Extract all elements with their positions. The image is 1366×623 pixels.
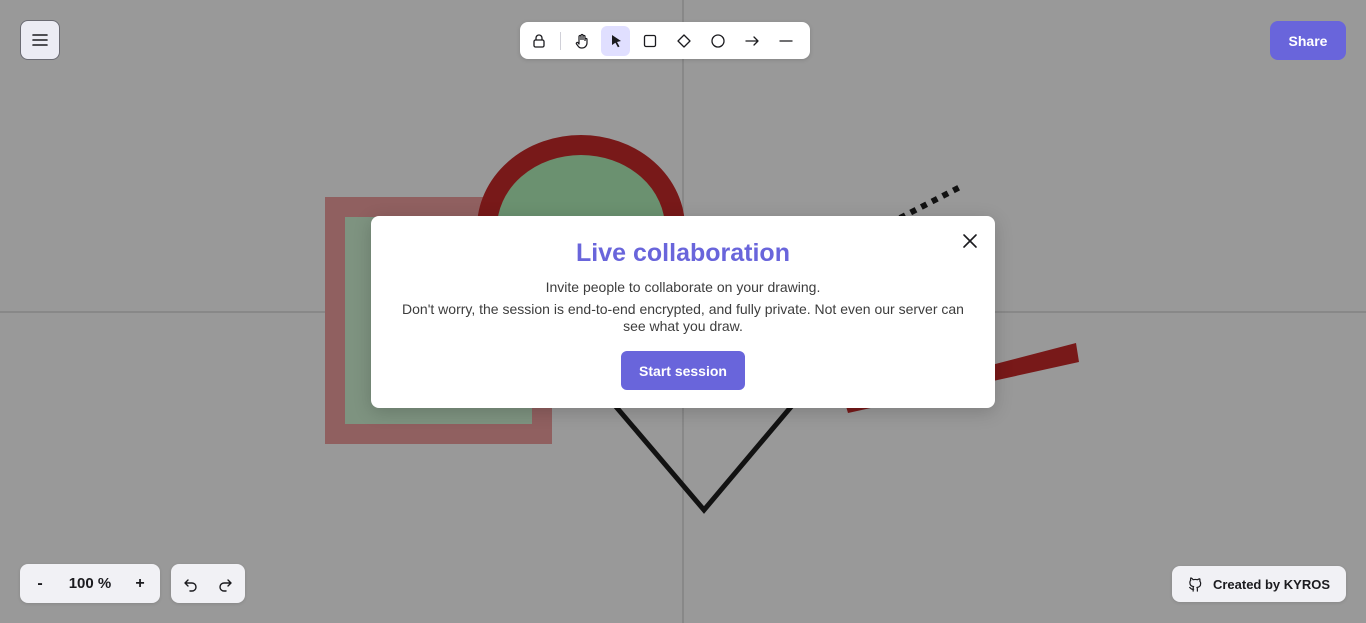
zoom-out-button[interactable]: -	[20, 564, 60, 603]
tool-ellipse[interactable]	[704, 26, 733, 56]
toolbar-divider	[560, 31, 562, 50]
history-controls	[171, 564, 245, 603]
rectangle-icon	[643, 34, 657, 47]
line-icon	[779, 39, 794, 42]
start-session-button[interactable]: Start session	[621, 351, 745, 390]
share-button[interactable]: Share	[1270, 21, 1346, 60]
arrow-icon	[745, 35, 759, 46]
redo-button[interactable]	[210, 569, 240, 599]
selection-icon	[611, 34, 621, 47]
main-menu-button[interactable]	[20, 20, 60, 60]
undo-button[interactable]	[176, 569, 206, 599]
lock-icon	[532, 33, 545, 48]
diamond-icon	[677, 33, 691, 48]
github-icon	[1189, 576, 1202, 592]
hand-icon	[575, 33, 588, 49]
dialog-privacy-text: Don't worry, the session is end-to-end e…	[402, 301, 964, 334]
close-icon	[963, 234, 977, 248]
credit-label: Created by KYROS	[1212, 576, 1331, 592]
tool-rectangle[interactable]	[635, 26, 664, 56]
zoom-level-reset[interactable]: 100 %	[60, 575, 120, 592]
zoom-in-button[interactable]: +	[120, 564, 160, 603]
dialog-title: Live collaboration	[576, 239, 790, 267]
undo-icon	[183, 578, 197, 592]
collaboration-dialog: Live collaboration Invite people to coll…	[371, 216, 995, 408]
zoom-controls: - 100 % +	[20, 564, 160, 603]
credit-link[interactable]: Created by KYROS	[1172, 566, 1346, 602]
tool-arrow[interactable]	[738, 26, 767, 56]
shapes-toolbar	[520, 22, 810, 59]
tool-diamond[interactable]	[669, 26, 698, 56]
tool-hand[interactable]	[567, 26, 596, 56]
redo-icon	[219, 578, 233, 592]
tool-lock[interactable]	[524, 26, 553, 56]
dialog-invite-text: Invite people to collaborate on your dra…	[545, 279, 821, 295]
hamburger-icon	[32, 34, 48, 46]
tool-line[interactable]	[772, 26, 801, 56]
ellipse-icon	[711, 33, 725, 48]
dialog-close-button[interactable]	[961, 232, 979, 250]
tool-selection[interactable]	[601, 25, 631, 56]
